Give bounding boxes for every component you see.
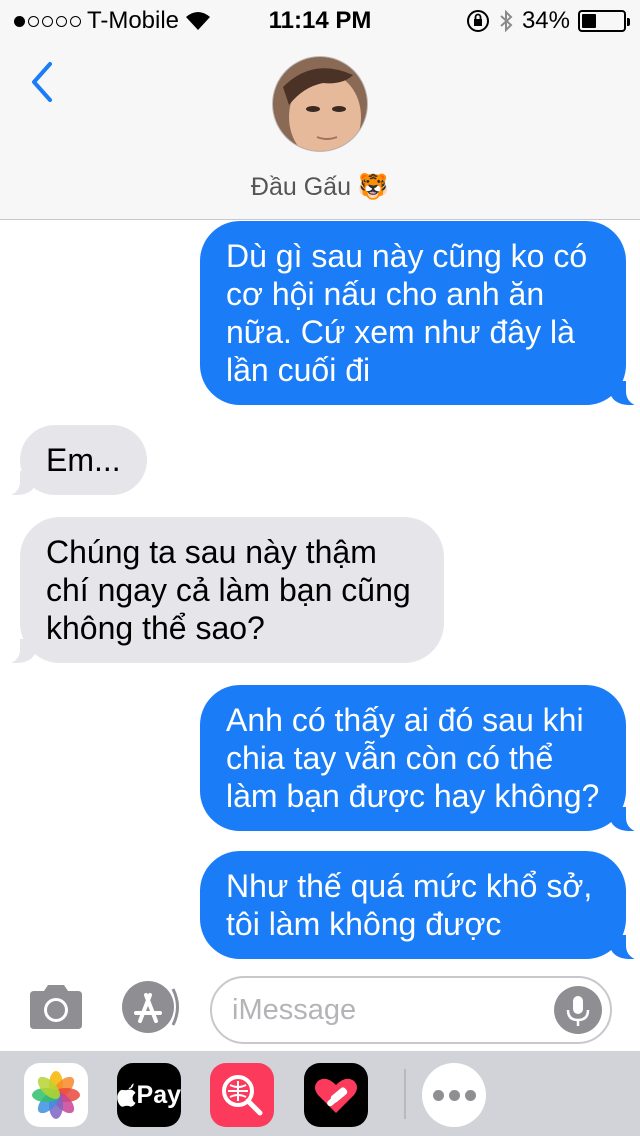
apple-logo-icon [117,1083,136,1107]
message-list: Dù gì sau này cũng ko có cơ hội nấu cho … [0,221,640,961]
photos-app-icon[interactable] [24,1063,88,1127]
message-bubble-sent[interactable]: Như thế quá mức khổ sở, tôi làm không đư… [200,851,640,960]
camera-icon[interactable] [26,981,86,1033]
message-bubble-sent[interactable]: Dù gì sau này cũng ko có cơ hội nấu cho … [200,221,640,406]
app-store-icon[interactable] [120,979,180,1035]
microphone-icon[interactable] [554,986,602,1034]
status-bar: T-Mobile 11:14 PM 34% [0,0,640,40]
message-bubble-received[interactable]: Em... [0,425,147,496]
digital-touch-app-icon[interactable] [304,1063,368,1127]
battery-percent: 34% [521,7,570,34]
app-drawer: Pay [0,1051,640,1136]
drawer-divider [404,1069,406,1119]
more-apps-icon[interactable] [422,1063,486,1127]
chevron-left-icon[interactable] [24,60,64,104]
compose-bar [0,961,640,1051]
message-bubble-sent[interactable]: Anh có thấy ai đó sau khi chia tay vẫn c… [200,685,640,832]
apple-pay-app-icon[interactable]: Pay [117,1063,181,1127]
contact-avatar[interactable] [272,56,368,152]
bluetooth-icon [500,9,513,33]
status-right: 34% [466,7,630,35]
conversation-header: Đầu Gấu 🐯 [0,40,640,220]
imessage-input-box[interactable] [210,976,612,1044]
apple-pay-label: Pay [136,1080,181,1109]
contact-name[interactable]: Đầu Gấu 🐯 [0,173,640,202]
imessage-input[interactable] [232,990,552,1030]
message-bubble-received[interactable]: Chúng ta sau này thậm chí ngay cả làm bạ… [0,517,444,664]
orientation-lock-icon [466,10,489,32]
search-images-app-icon[interactable] [210,1063,274,1127]
battery-icon [578,10,630,32]
